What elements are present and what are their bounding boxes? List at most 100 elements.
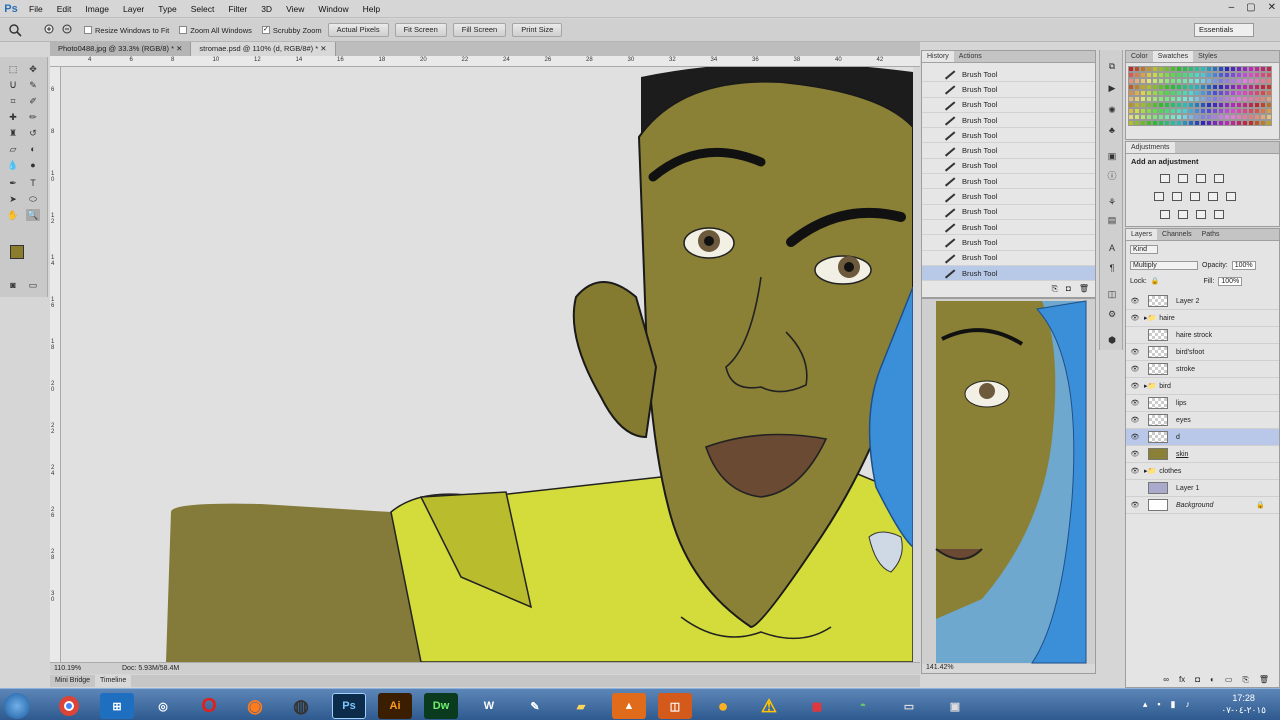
history-item[interactable]: Brush Tool: [922, 128, 1095, 144]
properties-dock-icon[interactable]: ⚙: [1106, 308, 1118, 320]
play-dock-icon[interactable]: ▶: [1106, 82, 1118, 94]
new-group-icon[interactable]: ▭: [1225, 675, 1233, 685]
tab-photo0488[interactable]: Photo0488.jpg @ 33.3% (RGB/8) * ✕: [50, 42, 192, 56]
delete-layer-icon[interactable]: 🗑: [1259, 675, 1269, 685]
shape-tool-icon[interactable]: ⬭: [26, 193, 40, 205]
menu-3d[interactable]: 3D: [254, 0, 279, 18]
layer-comps-icon[interactable]: ◫: [1106, 288, 1118, 300]
invert-icon[interactable]: [1160, 210, 1170, 219]
crop-tool-icon[interactable]: ⌗: [6, 95, 20, 107]
print-size-button[interactable]: Print Size: [512, 23, 563, 37]
threshold-icon[interactable]: [1196, 210, 1206, 219]
system-clock[interactable]: 17:28 ٢٠١٥-٠٤-٠٧: [1221, 692, 1266, 716]
eye-icon[interactable]: 👁: [1126, 501, 1144, 509]
curves-icon[interactable]: [1196, 174, 1206, 183]
exposure-icon[interactable]: [1214, 174, 1224, 183]
path-select-icon[interactable]: ➤: [6, 193, 20, 205]
paragraph-dock-icon[interactable]: ¶: [1106, 262, 1118, 274]
display-app-icon[interactable]: ▣: [938, 693, 972, 719]
add-mask-icon[interactable]: ◘: [1195, 675, 1200, 685]
navigator-dock-icon[interactable]: ▣: [1106, 150, 1118, 162]
posterize-icon[interactable]: [1178, 210, 1188, 219]
layer-row[interactable]: 👁 skin: [1126, 446, 1279, 463]
tab-timeline[interactable]: Timeline: [95, 675, 132, 687]
dodge-tool-icon[interactable]: ●: [26, 159, 40, 171]
navigator-preview[interactable]: 141.42%: [921, 298, 1096, 674]
cinema4d-icon[interactable]: ◍: [284, 693, 318, 719]
tab-layers[interactable]: Layers: [1126, 229, 1158, 240]
eye-icon[interactable]: 👁: [1126, 314, 1144, 322]
menu-select[interactable]: Select: [184, 0, 222, 18]
eyedropper-icon[interactable]: ✐: [26, 95, 40, 107]
blur-tool-icon[interactable]: 💧: [6, 159, 20, 171]
brush-tool-icon[interactable]: ✏: [26, 111, 40, 123]
layer-row[interactable]: 👁 lips: [1126, 395, 1279, 412]
marquee-tool-icon[interactable]: ⬚: [6, 63, 20, 75]
tab-actions[interactable]: Actions: [954, 51, 987, 62]
scrubby-zoom-checkbox[interactable]: ✓ Scrubby Zoom: [261, 26, 322, 35]
hue-saturation-icon[interactable]: [1172, 192, 1182, 201]
resize-windows-checkbox[interactable]: Resize Windows to Fit: [84, 26, 169, 35]
history-item[interactable]: Brush Tool: [922, 205, 1095, 220]
media-player-icon[interactable]: ●: [706, 693, 740, 719]
history-item[interactable]: Brush Tool: [922, 113, 1095, 129]
menu-layer[interactable]: Layer: [116, 0, 151, 18]
tab-adjustments[interactable]: Adjustments: [1126, 142, 1175, 153]
quick-mask-icon[interactable]: ◙: [6, 279, 20, 291]
close-button[interactable]: ✕: [1268, 0, 1276, 16]
illustrator-icon[interactable]: Ai: [378, 693, 412, 719]
office-icon[interactable]: ▦: [800, 693, 834, 719]
screen-mode-icon[interactable]: ▭: [26, 279, 40, 291]
lock-icon[interactable]: 🔒: [1151, 277, 1160, 285]
history-item[interactable]: Brush Tool: [922, 220, 1095, 236]
tray-expand-icon[interactable]: ▴: [1143, 699, 1148, 710]
warning-app-icon[interactable]: ⚠: [752, 693, 786, 719]
history-item[interactable]: Brush Tool: [922, 67, 1095, 83]
tab-paths[interactable]: Paths: [1197, 229, 1225, 240]
type-tool-icon[interactable]: T: [26, 177, 40, 189]
history-item[interactable]: Brush Tool: [922, 98, 1095, 113]
new-document-icon[interactable]: ⎘: [1052, 284, 1058, 294]
brightness-icon[interactable]: [1160, 174, 1170, 183]
menu-edit[interactable]: Edit: [50, 0, 79, 18]
eraser-tool-icon[interactable]: ▱: [6, 143, 20, 155]
menu-image[interactable]: Image: [78, 0, 116, 18]
eye-icon[interactable]: 👁: [1126, 382, 1144, 390]
eye-icon[interactable]: 👁: [1126, 450, 1144, 458]
black-white-icon[interactable]: [1208, 192, 1218, 201]
tab-mini-bridge[interactable]: Mini Bridge: [50, 675, 95, 687]
levels-icon[interactable]: [1178, 174, 1188, 183]
network-app-icon[interactable]: ◓: [846, 693, 880, 719]
move-tool-icon[interactable]: ✥: [26, 63, 40, 75]
zoom-icon[interactable]: [8, 23, 22, 37]
explorer-icon[interactable]: ⊞: [100, 693, 134, 719]
history-item[interactable]: Brush Tool: [922, 251, 1095, 266]
eye-icon[interactable]: 👁: [1126, 297, 1144, 305]
layer-group-row[interactable]: 👁 ▸📁 clothes: [1126, 463, 1279, 480]
layer-filter-kind[interactable]: Kind: [1130, 244, 1159, 254]
lasso-tool-icon[interactable]: ᑌ: [6, 79, 20, 91]
network-icon[interactable]: ▮: [1171, 699, 1176, 710]
eye-icon[interactable]: 👁: [1126, 416, 1144, 424]
history-item-selected[interactable]: Brush Tool: [922, 265, 1095, 282]
history-item[interactable]: Brush Tool: [922, 82, 1095, 98]
history-dock-icon[interactable]: ⧉: [1106, 60, 1118, 72]
hand-tool-icon[interactable]: ✋: [6, 209, 20, 221]
opacity-input[interactable]: 100%: [1231, 260, 1256, 270]
document-canvas[interactable]: [61, 67, 913, 662]
brush-preset-icon[interactable]: ♣: [1106, 124, 1118, 136]
dreamweaver-icon[interactable]: Dw: [424, 693, 458, 719]
layer-row[interactable]: 👁 stroke: [1126, 361, 1279, 378]
eye-icon[interactable]: 👁: [1126, 348, 1144, 356]
tool-preset-icon[interactable]: ✺: [1106, 104, 1118, 116]
fit-screen-button[interactable]: Fit Screen: [394, 23, 447, 37]
fill-screen-button[interactable]: Fill Screen: [452, 23, 507, 37]
zoom-level[interactable]: 110.19%: [54, 663, 81, 674]
blend-mode-select[interactable]: Multiply: [1130, 260, 1198, 270]
menu-view[interactable]: View: [279, 0, 311, 18]
layer-style-icon[interactable]: fx: [1179, 675, 1185, 685]
menu-window[interactable]: Window: [311, 0, 355, 18]
screen-app-icon[interactable]: ▭: [892, 693, 926, 719]
eye-icon[interactable]: 👁: [1126, 365, 1144, 373]
vibrance-icon[interactable]: [1154, 192, 1164, 201]
